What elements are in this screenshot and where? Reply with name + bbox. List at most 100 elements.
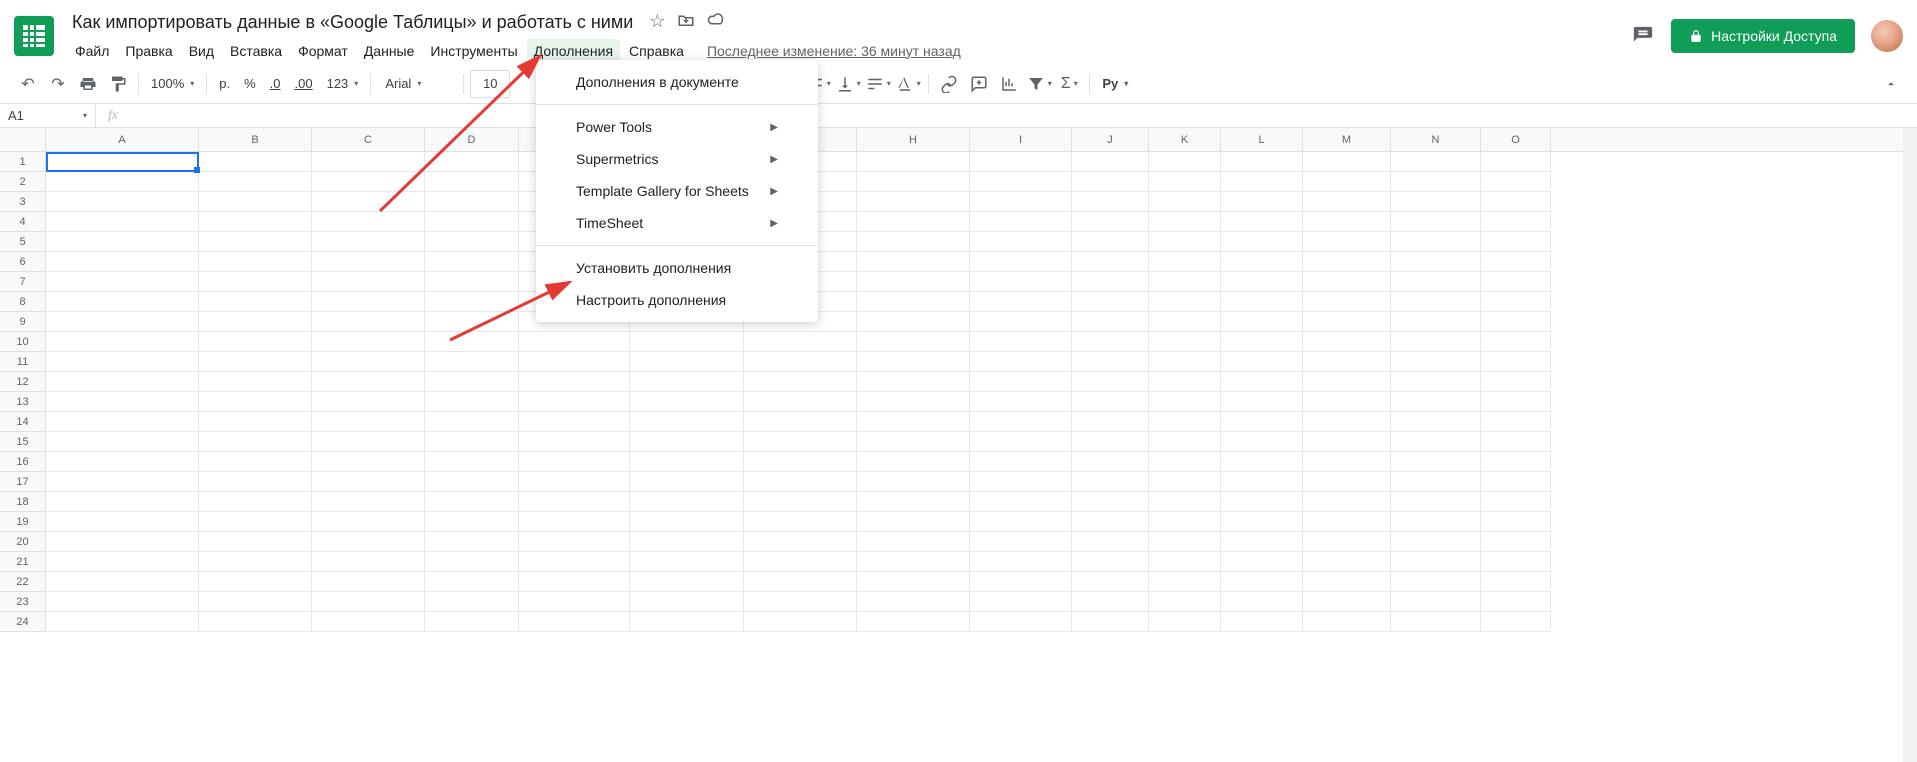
cell[interactable]	[425, 312, 519, 332]
cell[interactable]	[46, 172, 199, 192]
cell[interactable]	[519, 412, 630, 432]
cell[interactable]	[1221, 452, 1303, 472]
dd-install-addons[interactable]: Установить дополнения	[536, 252, 818, 284]
cell[interactable]	[1072, 472, 1149, 492]
cell[interactable]	[1149, 592, 1221, 612]
cell[interactable]	[199, 592, 312, 612]
cell[interactable]	[1072, 552, 1149, 572]
cell[interactable]	[630, 572, 744, 592]
cell[interactable]	[1221, 232, 1303, 252]
cell[interactable]	[312, 392, 425, 412]
cell[interactable]	[1391, 512, 1481, 532]
col-header-d[interactable]: D	[425, 128, 519, 151]
cell[interactable]	[744, 392, 857, 412]
cell[interactable]	[1221, 472, 1303, 492]
cell[interactable]	[1072, 272, 1149, 292]
cell[interactable]	[857, 492, 970, 512]
cell[interactable]	[1303, 292, 1391, 312]
cell[interactable]	[519, 432, 630, 452]
cell[interactable]	[1391, 392, 1481, 412]
cell[interactable]	[744, 492, 857, 512]
cell[interactable]	[312, 332, 425, 352]
cell[interactable]	[744, 332, 857, 352]
cell[interactable]	[857, 532, 970, 552]
document-title[interactable]: Как импортировать данные в «Google Табли…	[68, 10, 637, 35]
cell[interactable]	[312, 552, 425, 572]
cell[interactable]	[744, 552, 857, 572]
cell[interactable]	[312, 152, 425, 172]
cell[interactable]	[1303, 552, 1391, 572]
cell[interactable]	[425, 172, 519, 192]
cell[interactable]	[1149, 332, 1221, 352]
cell[interactable]	[425, 612, 519, 632]
cell[interactable]	[1481, 532, 1551, 552]
cell[interactable]	[199, 492, 312, 512]
cell[interactable]	[857, 172, 970, 192]
cell[interactable]	[1481, 192, 1551, 212]
cell[interactable]	[1303, 212, 1391, 232]
cell[interactable]	[1221, 212, 1303, 232]
cell[interactable]	[425, 332, 519, 352]
undo-button[interactable]: ↶	[14, 70, 42, 98]
name-box[interactable]: A1	[0, 104, 96, 127]
cell[interactable]	[1391, 472, 1481, 492]
cell[interactable]	[1481, 152, 1551, 172]
cell[interactable]	[630, 352, 744, 372]
cell[interactable]	[630, 592, 744, 612]
menu-edit[interactable]: Правка	[118, 39, 179, 63]
cell[interactable]	[1221, 352, 1303, 372]
cell[interactable]	[1072, 392, 1149, 412]
menu-addons[interactable]: Дополнения	[527, 39, 620, 63]
cell[interactable]	[857, 552, 970, 572]
cell[interactable]	[46, 152, 199, 172]
cell[interactable]	[630, 532, 744, 552]
row-header-23[interactable]: 23	[0, 592, 45, 612]
cell[interactable]	[970, 612, 1072, 632]
cell[interactable]	[1072, 252, 1149, 272]
row-header-7[interactable]: 7	[0, 272, 45, 292]
cell[interactable]	[1221, 152, 1303, 172]
cell[interactable]	[1072, 292, 1149, 312]
cell[interactable]	[970, 452, 1072, 472]
cell[interactable]	[1072, 492, 1149, 512]
cell[interactable]	[970, 352, 1072, 372]
cell[interactable]	[1149, 532, 1221, 552]
cell[interactable]	[46, 572, 199, 592]
cell[interactable]	[970, 432, 1072, 452]
cell[interactable]	[1149, 472, 1221, 492]
cell[interactable]	[46, 312, 199, 332]
cell[interactable]	[1072, 512, 1149, 532]
cell[interactable]	[199, 552, 312, 572]
row-header-17[interactable]: 17	[0, 472, 45, 492]
cell[interactable]	[970, 372, 1072, 392]
row-header-22[interactable]: 22	[0, 572, 45, 592]
cell[interactable]	[312, 572, 425, 592]
cell[interactable]	[1221, 612, 1303, 632]
cell[interactable]	[312, 192, 425, 212]
cell[interactable]	[46, 292, 199, 312]
cell[interactable]	[1303, 412, 1391, 432]
cell[interactable]	[312, 532, 425, 552]
cell[interactable]	[425, 592, 519, 612]
cell[interactable]	[1481, 252, 1551, 272]
rotate-text-button[interactable]	[894, 70, 922, 98]
row-header-9[interactable]: 9	[0, 312, 45, 332]
cell[interactable]	[1149, 232, 1221, 252]
cell[interactable]	[630, 452, 744, 472]
cell[interactable]	[1481, 412, 1551, 432]
cell[interactable]	[1391, 412, 1481, 432]
cell[interactable]	[46, 392, 199, 412]
cell[interactable]	[1391, 552, 1481, 572]
cell[interactable]	[425, 272, 519, 292]
cell[interactable]	[1303, 592, 1391, 612]
row-header-4[interactable]: 4	[0, 212, 45, 232]
percent-button[interactable]: %	[238, 70, 262, 98]
cell[interactable]	[46, 192, 199, 212]
cell[interactable]	[857, 432, 970, 452]
col-header-b[interactable]: B	[199, 128, 312, 151]
cell[interactable]	[1303, 192, 1391, 212]
cell[interactable]	[46, 472, 199, 492]
cell[interactable]	[1149, 512, 1221, 532]
cell[interactable]	[46, 512, 199, 532]
cell[interactable]	[46, 372, 199, 392]
